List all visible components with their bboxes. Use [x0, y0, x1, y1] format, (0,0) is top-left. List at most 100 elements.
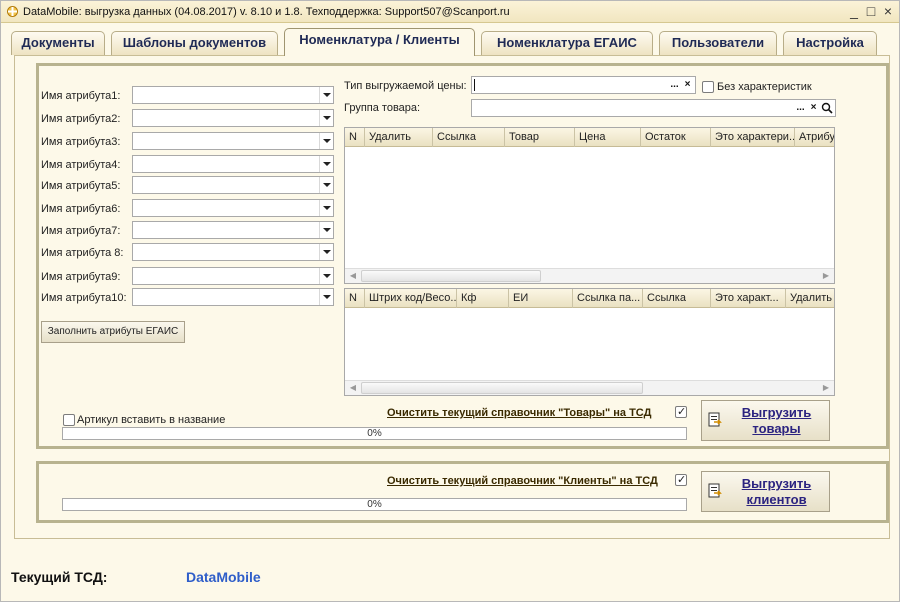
no-characteristics-label: Без характеристик	[717, 81, 812, 93]
column-header[interactable]: Штрих код/Весо...	[365, 289, 457, 308]
scroll-left-icon[interactable]: ◀	[347, 270, 359, 282]
dropdown-arrow-icon[interactable]	[319, 177, 333, 193]
column-header[interactable]: Кф	[457, 289, 509, 308]
attribute-label-3: Имя атрибута3:	[41, 136, 121, 148]
attribute-label-10: Имя атрибута10:	[41, 292, 127, 304]
export-goods-button[interactable]: Выгрузить товары	[701, 400, 830, 441]
attribute-combo-7[interactable]	[132, 221, 334, 239]
column-header[interactable]: N	[345, 128, 365, 147]
tab-bar: Документы Шаблоны документов Номенклатур…	[1, 23, 899, 56]
close-button[interactable]: ×	[880, 3, 896, 19]
fill-egais-attributes-button[interactable]: Заполнить атрибуты ЕГАИС	[41, 321, 185, 343]
minimize-button[interactable]: _	[846, 3, 862, 19]
attribute-combo-8[interactable]	[132, 243, 334, 261]
goods-table[interactable]: N Удалить Ссылка Товар Цена Остаток Это …	[344, 127, 835, 284]
attribute-combo-4[interactable]	[132, 155, 334, 173]
attribute-label-5: Имя атрибута5:	[41, 180, 121, 192]
scroll-thumb[interactable]	[361, 382, 643, 394]
attribute-combo-9[interactable]	[132, 267, 334, 285]
attribute-combo-6[interactable]	[132, 199, 334, 217]
product-group-input[interactable]: ... ×	[471, 99, 836, 117]
attribute-label-9: Имя атрибута9:	[41, 271, 121, 283]
column-header[interactable]: Удалить	[365, 128, 433, 147]
column-header[interactable]: Остаток	[641, 128, 711, 147]
column-header[interactable]: Ссылка	[643, 289, 711, 308]
column-header[interactable]: ЕИ	[509, 289, 573, 308]
attribute-combo-10[interactable]	[132, 288, 334, 306]
export-clients-label: Выгрузить клиентов	[741, 476, 812, 507]
dropdown-arrow-icon[interactable]	[319, 222, 333, 238]
tab-nomenclature-clients[interactable]: Номенклатура / Клиенты	[284, 28, 475, 56]
attribute-label-6: Имя атрибута6:	[41, 203, 121, 215]
product-group-label: Группа товара:	[344, 102, 421, 114]
attribute-label-1: Имя атрибута1:	[41, 90, 121, 102]
scroll-right-icon[interactable]: ▶	[820, 382, 832, 394]
clear-goods-checkbox[interactable]	[675, 405, 687, 418]
clients-progress-bar: 0%	[62, 498, 687, 511]
tab-document-templates[interactable]: Шаблоны документов	[111, 31, 278, 55]
app-icon	[7, 6, 18, 17]
export-icon	[708, 483, 722, 498]
tab-documents[interactable]: Документы	[11, 31, 105, 55]
price-type-input[interactable]: ... ×	[471, 76, 696, 94]
clear-product-group-button[interactable]: ×	[807, 101, 820, 115]
column-header[interactable]: Это характ...	[711, 289, 786, 308]
export-goods-label: Выгрузить товары	[741, 405, 812, 436]
barcodes-table-hscrollbar[interactable]: ◀ ▶	[345, 380, 834, 395]
attribute-combo-5[interactable]	[132, 176, 334, 194]
tab-users[interactable]: Пользователи	[659, 31, 777, 55]
clear-goods-label[interactable]: Очистить текущий справочник "Товары" на …	[387, 407, 651, 419]
column-header[interactable]: Атрибу	[795, 128, 834, 147]
app-window: DataMobile: выгрузка данных (04.08.2017)…	[0, 0, 900, 602]
attribute-combo-2[interactable]	[132, 109, 334, 127]
current-device-value: DataMobile	[186, 569, 261, 585]
dropdown-arrow-icon[interactable]	[319, 200, 333, 216]
clear-price-type-button[interactable]: ×	[681, 78, 694, 92]
column-header[interactable]: N	[345, 289, 365, 308]
attribute-label-8: Имя атрибута 8:	[41, 247, 124, 259]
attribute-label-7: Имя атрибута7:	[41, 225, 121, 237]
barcodes-table[interactable]: N Штрих код/Весо... Кф ЕИ Ссылка па... С…	[344, 288, 835, 396]
select-price-type-button[interactable]: ...	[668, 78, 681, 92]
attribute-combo-1[interactable]	[132, 86, 334, 104]
tab-egais-nomenclature[interactable]: Номенклатура ЕГАИС	[481, 31, 653, 55]
clients-progress-text: 0%	[367, 499, 382, 510]
dropdown-arrow-icon[interactable]	[319, 133, 333, 149]
dropdown-arrow-icon[interactable]	[319, 87, 333, 103]
dropdown-arrow-icon[interactable]	[319, 268, 333, 284]
clear-clients-label[interactable]: Очистить текущий справочник "Клиенты" на…	[387, 475, 658, 487]
column-header[interactable]: Цена	[575, 128, 641, 147]
barcodes-table-header: N Штрих код/Весо... Кф ЕИ Ссылка па... С…	[345, 289, 834, 308]
goods-progress-bar: 0%	[62, 427, 687, 440]
article-in-name-checkbox[interactable]	[63, 414, 75, 426]
maximize-button[interactable]: □	[863, 3, 879, 19]
article-in-name-label: Артикул вставить в название	[77, 414, 226, 426]
dropdown-arrow-icon[interactable]	[319, 244, 333, 260]
scroll-right-icon[interactable]: ▶	[820, 270, 832, 282]
title-bar: DataMobile: выгрузка данных (04.08.2017)…	[1, 1, 899, 23]
scroll-thumb[interactable]	[361, 270, 541, 282]
no-characteristics-checkbox[interactable]	[702, 81, 714, 93]
goods-table-hscrollbar[interactable]: ◀ ▶	[345, 268, 834, 283]
magnifier-icon[interactable]	[821, 102, 833, 114]
goods-table-header: N Удалить Ссылка Товар Цена Остаток Это …	[345, 128, 834, 147]
select-product-group-button[interactable]: ...	[794, 101, 807, 115]
price-type-label: Тип выгружаемой цены:	[344, 80, 467, 92]
column-header[interactable]: Ссылка	[433, 128, 505, 147]
export-clients-button[interactable]: Выгрузить клиентов	[701, 471, 830, 512]
export-icon	[708, 412, 722, 427]
text-cursor	[474, 79, 475, 91]
dropdown-arrow-icon[interactable]	[319, 289, 333, 305]
tab-settings[interactable]: Настройка	[783, 31, 877, 55]
scroll-left-icon[interactable]: ◀	[347, 382, 359, 394]
dropdown-arrow-icon[interactable]	[319, 110, 333, 126]
dropdown-arrow-icon[interactable]	[319, 156, 333, 172]
attribute-label-4: Имя атрибута4:	[41, 159, 121, 171]
column-header[interactable]: Это характери...	[711, 128, 795, 147]
column-header[interactable]: Удалить	[786, 289, 834, 308]
column-header[interactable]: Товар	[505, 128, 575, 147]
column-header[interactable]: Ссылка па...	[573, 289, 643, 308]
current-device-label: Текущий ТСД:	[11, 569, 108, 585]
clear-clients-checkbox[interactable]	[675, 473, 687, 486]
attribute-combo-3[interactable]	[132, 132, 334, 150]
